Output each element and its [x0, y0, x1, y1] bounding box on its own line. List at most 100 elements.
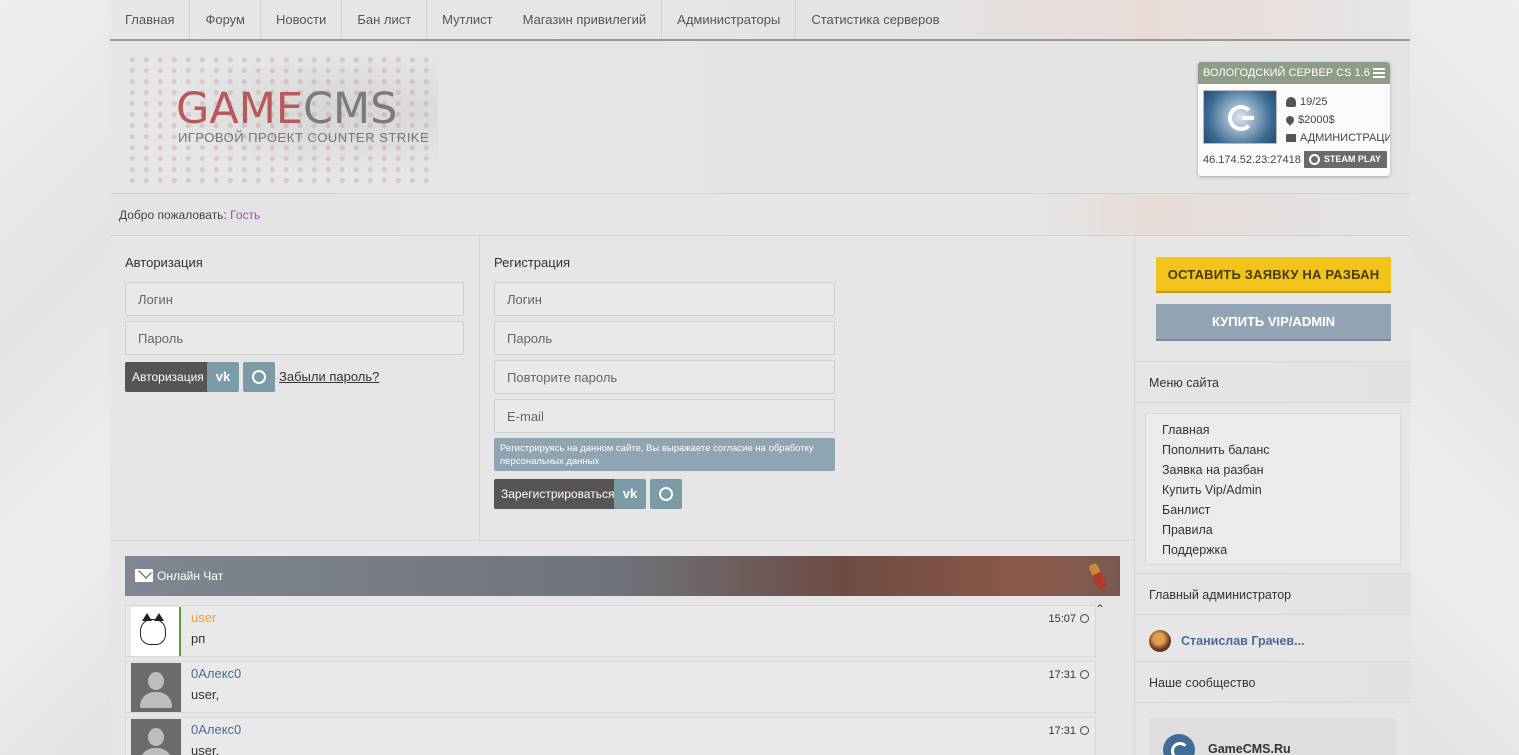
bullet-icon — [1087, 562, 1108, 590]
chat-text: user, — [191, 743, 220, 755]
user-silhouette-body — [140, 692, 172, 708]
right-sidebar: ОСТАВИТЬ ЗАЯВКУ НА РАЗБАН КУПИТЬ VIP/ADM… — [1134, 237, 1411, 755]
buy-vip-button[interactable]: КУПИТЬ VIP/ADMIN — [1156, 304, 1391, 341]
chat-time: 15:07 — [1048, 613, 1089, 625]
consent-notice: Регистрируясь на данном сайте, Вы выража… — [494, 438, 835, 471]
server-players: 19/25 — [1300, 96, 1328, 108]
steam-icon — [659, 487, 673, 501]
monitor-icon — [1286, 134, 1296, 142]
avatar[interactable] — [131, 719, 181, 755]
steam-icon — [252, 370, 266, 384]
chat-message: 0Алекс0 user, 17:31 — [125, 661, 1096, 713]
steam-play-button[interactable]: STEAM PLAY — [1303, 151, 1387, 168]
clock-icon — [1080, 614, 1089, 623]
menu-item-home[interactable]: Главная — [1162, 421, 1400, 441]
chat-time-value: 15:07 — [1048, 613, 1076, 625]
chat-messages: user рп 15:07 0Алекс0 user, 17:31 0Алекс… — [125, 601, 1105, 755]
chat-author[interactable]: 0Алекс0 — [191, 722, 241, 737]
clock-icon — [1080, 670, 1089, 679]
server-ip: 46.174.52.23:27418 — [1203, 154, 1301, 166]
register-repeat-password-input[interactable] — [494, 360, 835, 394]
top-navigation: Главная Форум Новости Бан лист Мутлист М… — [110, 0, 1410, 41]
nav-item-mutelist[interactable]: Мутлист — [427, 0, 507, 39]
main-admin: Станислав Грачев... — [1149, 630, 1305, 652]
guest-link[interactable]: Гость — [230, 208, 260, 222]
register-title: Регистрация — [494, 255, 570, 270]
vk-login-button[interactable]: vk — [207, 362, 239, 392]
register-column: Регистрация Регистрируясь на данном сайт… — [480, 237, 1134, 541]
menu-item-rules[interactable]: Правила — [1162, 521, 1400, 541]
vk-register-button[interactable]: vk — [614, 479, 646, 509]
forgot-password-link[interactable]: Забыли пароль? — [279, 369, 379, 384]
server-map-image — [1203, 90, 1277, 144]
server-admin: АДМИНИСТРАЦИЯ — [1300, 132, 1390, 144]
chat-message: user рп 15:07 — [125, 605, 1096, 657]
auth-submit-button[interactable]: Авторизация — [125, 362, 211, 392]
admin-name-link[interactable]: Станислав Грачев... — [1181, 634, 1305, 648]
g-logo-icon — [1163, 734, 1195, 755]
admin-block-title: Главный администратор — [1135, 573, 1411, 615]
nav-item-news[interactable]: Новости — [261, 0, 343, 39]
clock-icon — [1080, 726, 1089, 735]
site-logo[interactable]: GAMECMS — [176, 84, 397, 134]
nav-item-banlist[interactable]: Бан лист — [342, 0, 428, 39]
steam-login-button[interactable] — [243, 362, 275, 392]
community-block-title: Наше сообщество — [1135, 661, 1411, 703]
server-info: 19/25 $2000$ АДМИНИСТРАЦИЯ — [1284, 93, 1390, 147]
server-widget: ВОЛОГОДСКИЙ СЕРВЕР CS 1.6 19/25 $2000$ А… — [1198, 62, 1390, 176]
chat-time: 17:31 — [1048, 669, 1089, 681]
menu-block-title: Меню сайта — [1135, 361, 1411, 403]
nav-item-stats[interactable]: Статистика серверов — [796, 0, 954, 39]
nav-item-home[interactable]: Главная — [110, 0, 191, 39]
chat-text: рп — [191, 631, 206, 646]
list-icon[interactable] — [1373, 68, 1385, 78]
user-silhouette-icon — [148, 672, 164, 690]
cat-avatar-icon — [140, 613, 166, 645]
g-logo-icon — [1228, 105, 1254, 131]
menu-item-balance[interactable]: Пополнить баланс — [1162, 441, 1400, 461]
nav-item-admins[interactable]: Администраторы — [662, 0, 797, 39]
forms-area: Авторизация Авторизация vk Забыли пароль… — [110, 237, 1134, 541]
chat-message: 0Алекс0 user, 17:31 — [125, 717, 1096, 755]
chat-author[interactable]: user — [191, 610, 216, 625]
vk-icon: vk — [622, 486, 638, 501]
chevron-up-icon[interactable]: ⌃ — [1095, 603, 1105, 615]
welcome-bar: Добро пожаловать: Гость — [110, 194, 1410, 236]
register-email-input[interactable] — [494, 399, 835, 433]
page-container: Главная Форум Новости Бан лист Мутлист М… — [110, 0, 1411, 755]
server-title: ВОЛОГОДСКИЙ СЕРВЕР CS 1.6 — [1203, 67, 1370, 79]
welcome-prefix: Добро пожаловать: — [119, 208, 227, 222]
avatar[interactable] — [1149, 630, 1171, 652]
nav-item-forum[interactable]: Форум — [190, 0, 261, 39]
avatar[interactable] — [131, 663, 181, 712]
register-submit-button[interactable]: Зарегистрироваться — [494, 479, 622, 509]
community-card[interactable]: GameCMS.Ru — [1149, 718, 1396, 755]
community-name: GameCMS.Ru — [1208, 742, 1291, 755]
avatar[interactable] — [131, 607, 181, 656]
background-right — [1410, 0, 1519, 755]
menu-item-banlist[interactable]: Банлист — [1162, 501, 1400, 521]
register-password-input[interactable] — [494, 321, 835, 355]
auth-title: Авторизация — [125, 255, 203, 270]
auth-login-input[interactable] — [125, 282, 464, 316]
register-login-input[interactable] — [494, 282, 835, 316]
site-menu: Главная Пополнить баланс Заявка на разба… — [1145, 413, 1401, 565]
user-silhouette-icon — [148, 728, 164, 746]
chat-header: Онлайн Чат — [125, 556, 1120, 596]
map-pin-icon — [1284, 114, 1296, 126]
steam-play-label: STEAM PLAY — [1323, 154, 1381, 164]
menu-item-support[interactable]: Поддержка — [1162, 541, 1400, 561]
menu-item-buy-vip[interactable]: Купить Vip/Admin — [1162, 481, 1400, 501]
steam-register-button[interactable] — [650, 479, 682, 509]
chat-title: Онлайн Чат — [157, 569, 224, 583]
unban-request-button[interactable]: ОСТАВИТЬ ЗАЯВКУ НА РАЗБАН — [1156, 257, 1391, 293]
site-header: GAMECMS ИГРОВОЙ ПРОЕКТ COUNTER STRIKE ВО… — [110, 41, 1410, 194]
auth-password-input[interactable] — [125, 321, 464, 355]
server-header: ВОЛОГОДСКИЙ СЕРВЕР CS 1.6 — [1198, 62, 1390, 84]
steam-icon — [1308, 154, 1320, 165]
menu-item-unban[interactable]: Заявка на разбан — [1162, 461, 1400, 481]
chat-time: 17:31 — [1048, 725, 1089, 737]
nav-item-shop[interactable]: Магазин привилегий — [508, 0, 663, 39]
chat-time-value: 17:31 — [1048, 725, 1076, 737]
chat-author[interactable]: 0Алекс0 — [191, 666, 241, 681]
